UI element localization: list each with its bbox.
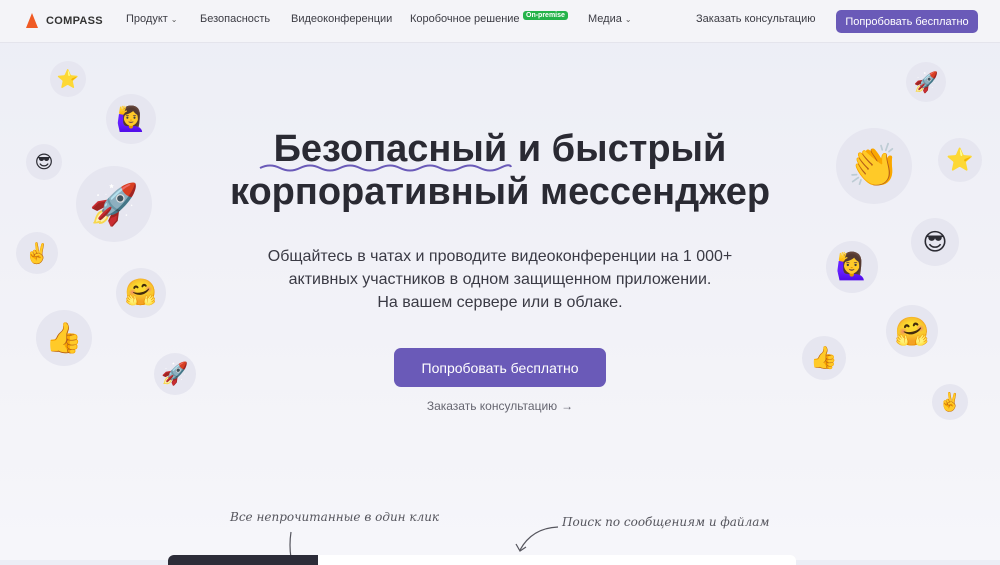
hugging-face-icon: 🤗 bbox=[124, 278, 158, 308]
app-preview-sidebar bbox=[168, 555, 318, 565]
rocket-icon: 🚀 bbox=[161, 361, 189, 387]
compass-logo-icon bbox=[26, 13, 38, 28]
sunglasses-icon: 😎 bbox=[922, 228, 948, 256]
chevron-down-icon: ⌄ bbox=[624, 15, 632, 24]
sunglasses-icon: 😎 bbox=[34, 151, 54, 173]
star-icon: ⭐ bbox=[946, 147, 974, 173]
rocket-emoji-bubble: 🚀 bbox=[76, 166, 152, 242]
nav-item-media[interactable]: Медиа ⌄ bbox=[588, 13, 632, 25]
star-emoji-bubble: ⭐ bbox=[50, 61, 86, 97]
thumbs-up-icon: 👍 bbox=[45, 320, 83, 356]
woman-raising-hand-right-emoji-bubble: 🙋‍♀️ bbox=[826, 241, 878, 293]
woman-raising-hand-icon: 🙋‍♀️ bbox=[835, 252, 869, 282]
woman-raising-hand-icon: 🙋‍♀️ bbox=[116, 105, 146, 133]
nav-item-security[interactable]: Безопасность bbox=[200, 13, 270, 25]
victory-hand-icon: ✌️ bbox=[938, 391, 962, 413]
note-unread: Все непрочитанные в один клик bbox=[230, 510, 440, 524]
star-icon: ⭐ bbox=[56, 68, 80, 90]
hugging-face-icon: 🤗 bbox=[894, 314, 930, 348]
thumbs-up-right-emoji-bubble: 👍 bbox=[802, 336, 846, 380]
chevron-down-icon: ⌄ bbox=[170, 15, 178, 24]
thumbs-up-emoji-bubble: 👍 bbox=[36, 310, 92, 366]
nav-item-boxed-label: Коробочное решение bbox=[410, 13, 520, 25]
rocket-icon: 🚀 bbox=[913, 70, 939, 94]
nav-item-product-label: Продукт bbox=[126, 13, 168, 25]
nav-item-product[interactable]: Продукт ⌄ bbox=[126, 13, 178, 25]
hugging-right-emoji-bubble: 🤗 bbox=[886, 305, 938, 357]
victory-emoji-bubble: ✌️ bbox=[16, 232, 58, 274]
sunglasses-right-emoji-bubble: 😎 bbox=[911, 218, 959, 266]
nav-consult-link[interactable]: Заказать консультацию bbox=[696, 13, 815, 25]
rocket-icon: 🚀 bbox=[89, 181, 139, 228]
top-navbar: COMPASS Продукт ⌄ Безопасность Видеоконфе… bbox=[0, 0, 1000, 43]
clapping-emoji-bubble: 👏 bbox=[836, 128, 912, 204]
nav-item-media-label: Медиа bbox=[588, 13, 622, 25]
nav-item-boxed[interactable]: Коробочное решение bbox=[410, 13, 520, 25]
on-premise-badge: On-premise bbox=[523, 11, 568, 20]
sunglasses-emoji-bubble: 😎 bbox=[26, 144, 62, 180]
victory-hand-icon: ✌️ bbox=[24, 241, 50, 265]
star-right-emoji-bubble: ⭐ bbox=[938, 138, 982, 182]
arrow-right-icon: → bbox=[561, 399, 574, 413]
hero-try-free-button[interactable]: Попробовать бесплатно bbox=[394, 348, 606, 387]
thumbs-up-icon: 👍 bbox=[810, 345, 838, 371]
nav-item-video-label: Видеоконференции bbox=[291, 13, 393, 25]
clapping-hands-icon: 👏 bbox=[847, 141, 901, 190]
hugging-emoji-bubble: 🤗 bbox=[116, 268, 166, 318]
note-search-arrow bbox=[515, 526, 559, 552]
hero-consult-label: Заказать консультацию bbox=[426, 399, 558, 413]
victory-right-emoji-bubble: ✌️ bbox=[932, 384, 968, 420]
title-underline-squiggle bbox=[259, 164, 512, 172]
rocket-small-emoji-bubble: 🚀 bbox=[154, 353, 196, 395]
woman-raising-hand-emoji-bubble: 🙋‍♀️ bbox=[106, 94, 156, 144]
nav-try-free-button[interactable]: Попробовать бесплатно bbox=[836, 10, 978, 33]
compass-logo[interactable]: COMPASS bbox=[26, 13, 103, 28]
note-search: Поиск по сообщениям и файлам bbox=[562, 515, 770, 529]
logo-text: COMPASS bbox=[46, 14, 103, 27]
hero-consult-link[interactable]: Заказать консультацию → bbox=[0, 399, 1000, 413]
nav-item-video[interactable]: Видеоконференции bbox=[291, 13, 392, 25]
rocket-right-emoji-bubble: 🚀 bbox=[906, 62, 946, 102]
nav-item-security-label: Безопасность bbox=[200, 13, 271, 25]
